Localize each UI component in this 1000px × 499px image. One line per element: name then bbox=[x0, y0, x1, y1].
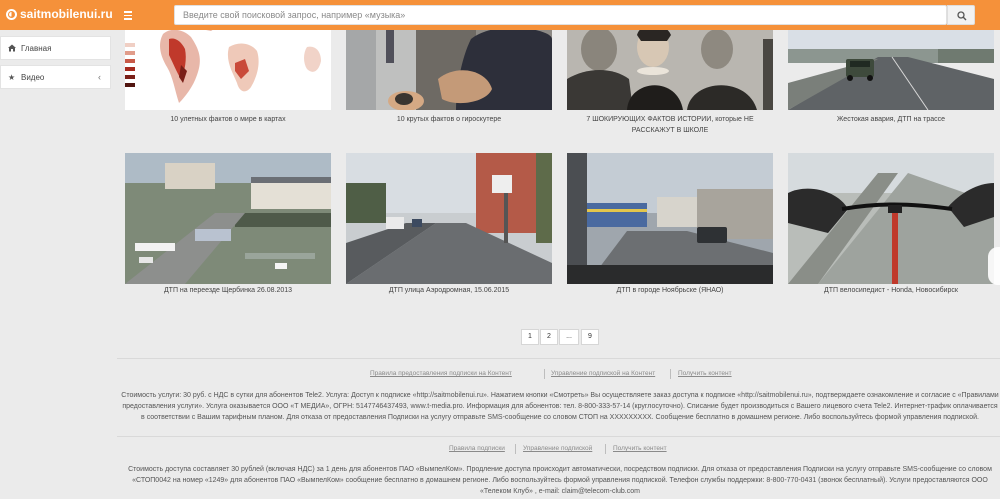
chevron-left-icon[interactable]: ‹ bbox=[98, 72, 101, 82]
carousel-next-arrow-icon[interactable] bbox=[988, 247, 1000, 285]
video-title[interactable]: Жестокая авария, ДТП на трассе bbox=[788, 114, 994, 125]
page-9-button[interactable]: 9 bbox=[581, 329, 599, 345]
sidebar-item-home[interactable]: Главная bbox=[0, 36, 111, 60]
video-title[interactable]: 7 ШОКИРУЮЩИХ ФАКТОВ ИСТОРИИ, которые НЕ … bbox=[567, 114, 773, 136]
video-title[interactable]: 10 улетных фактов о мире в картах bbox=[125, 114, 331, 125]
footer-divider bbox=[117, 358, 1000, 359]
cyclist-crash-thumbnail-image bbox=[788, 153, 994, 284]
video-thumbnail[interactable] bbox=[567, 153, 773, 284]
hamburger-menu-icon[interactable] bbox=[120, 7, 136, 23]
logo-text: saitmobilenui.ru bbox=[20, 7, 113, 21]
sidebar-item-label: Видео bbox=[21, 73, 45, 82]
railway-crossing-thumbnail-image bbox=[125, 153, 331, 284]
video-card[interactable]: ДТП в городе Ноябрьске (ЯНАО) bbox=[567, 153, 773, 298]
footer-link-manage-subscription[interactable]: Управление подпиской bbox=[523, 445, 592, 452]
page-2-button[interactable]: 2 bbox=[540, 329, 558, 345]
sidebar-item-video[interactable]: ★ Видео ‹ bbox=[0, 65, 111, 89]
footer-link-get-content[interactable]: Получить контент bbox=[678, 370, 732, 377]
footer-separator bbox=[670, 369, 671, 379]
footer-link-get-content[interactable]: Получить контент bbox=[613, 445, 667, 452]
page-ellipsis: ... bbox=[559, 329, 579, 345]
logo-icon bbox=[6, 8, 17, 20]
site-logo[interactable]: saitmobilenui.ru bbox=[6, 7, 113, 21]
video-card[interactable]: ДТП улица Аэродромная, 15.06.2015 bbox=[346, 153, 552, 298]
video-card[interactable]: ДТП велосипедист - Honda, Новосибирск bbox=[788, 153, 994, 298]
search-button[interactable] bbox=[947, 5, 975, 25]
video-title[interactable]: ДТП улица Аэродромная, 15.06.2015 bbox=[346, 285, 552, 296]
noyabrsk-crash-thumbnail-image bbox=[567, 153, 773, 284]
video-card[interactable]: ДТП на переезде Щербинка 26.08.2013 bbox=[125, 153, 331, 298]
footer-link-manage-subscription[interactable]: Управление подпиской на Контент bbox=[551, 370, 655, 377]
footer-divider bbox=[117, 436, 1000, 437]
footer-link-subscription-rules[interactable]: Правила подписки bbox=[449, 445, 505, 452]
star-icon: ★ bbox=[8, 73, 16, 82]
footer-link-subscription-rules[interactable]: Правила предоставления подписки на Конте… bbox=[370, 370, 512, 377]
home-icon bbox=[8, 44, 16, 54]
footer-separator bbox=[605, 444, 606, 454]
video-title[interactable]: 10 крутых фактов о гироскутере bbox=[346, 114, 552, 125]
sidebar-item-label: Главная bbox=[21, 44, 52, 53]
video-title[interactable]: ДТП велосипедист - Honda, Новосибирск bbox=[788, 285, 994, 296]
street-crash-thumbnail-image bbox=[346, 153, 552, 284]
search-input[interactable] bbox=[174, 5, 947, 25]
footer-legal-text-beeline: Стоимость доступа составляет 30 рублей (… bbox=[128, 466, 992, 495]
video-thumbnail[interactable] bbox=[125, 153, 331, 284]
video-thumbnail[interactable] bbox=[346, 153, 552, 284]
page-1-button[interactable]: 1 bbox=[521, 329, 539, 345]
footer-separator bbox=[515, 444, 516, 454]
footer-legal-text-tele2: Стоимость услуги: 30 руб. с НДС в сутки … bbox=[121, 392, 999, 421]
video-title[interactable]: ДТП на переезде Щербинка 26.08.2013 bbox=[125, 285, 331, 296]
search-icon bbox=[957, 11, 967, 21]
video-thumbnail[interactable] bbox=[788, 153, 994, 284]
video-title[interactable]: ДТП в городе Ноябрьске (ЯНАО) bbox=[567, 285, 773, 296]
top-header: saitmobilenui.ru bbox=[0, 0, 1000, 30]
footer-separator bbox=[544, 369, 545, 379]
